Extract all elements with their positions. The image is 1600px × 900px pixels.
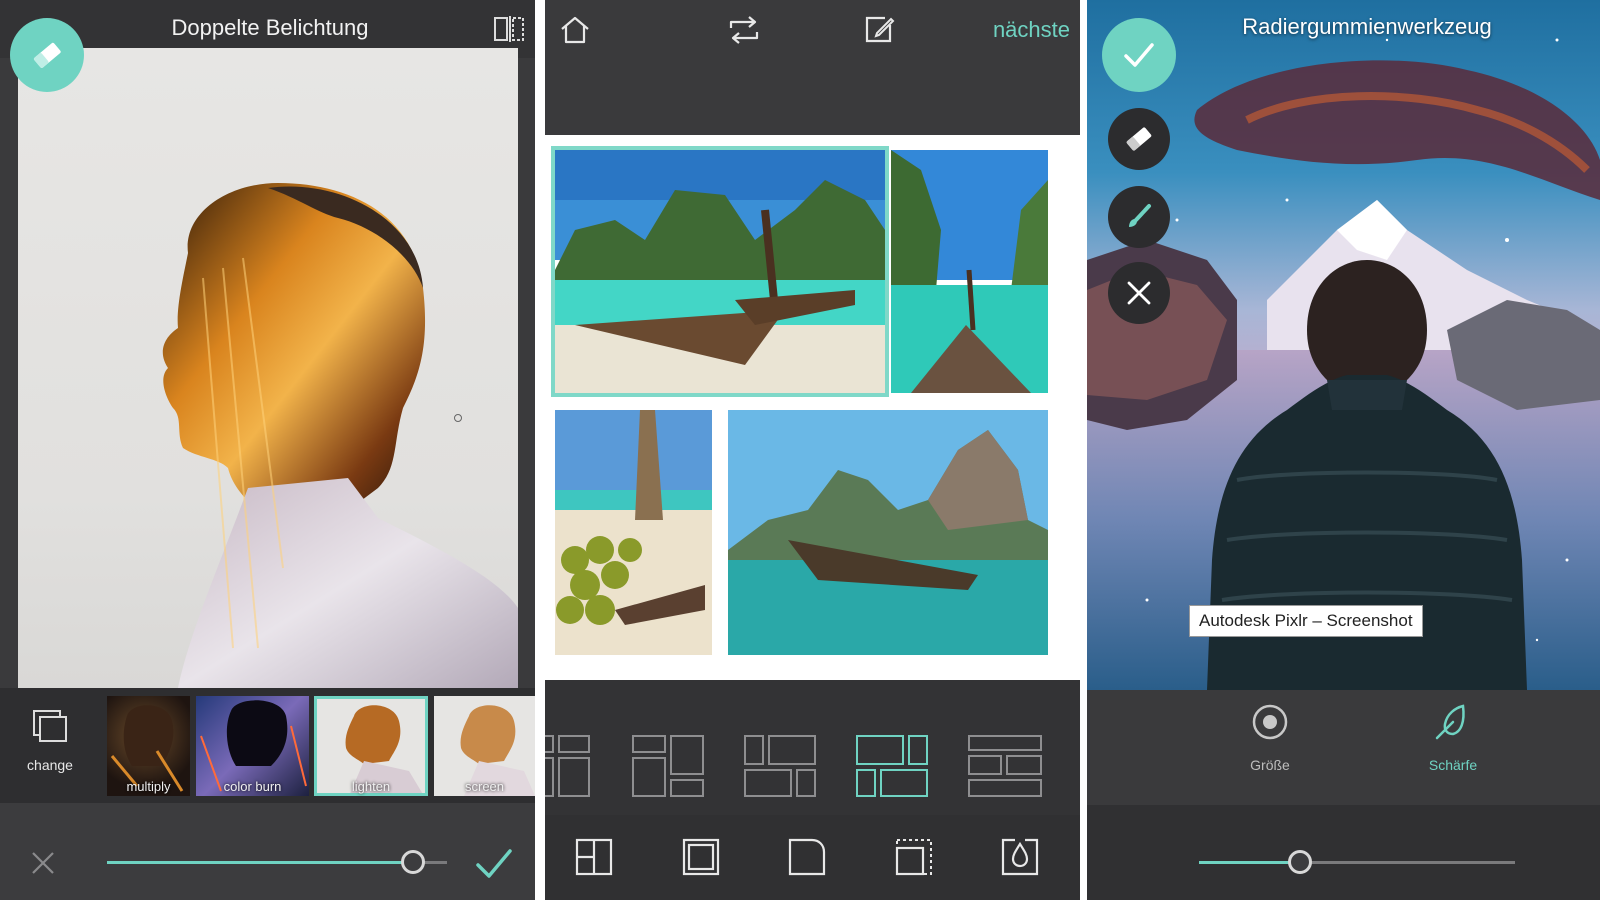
- collage-cell-bow[interactable]: [891, 150, 1048, 393]
- compare-icon[interactable]: [494, 16, 524, 42]
- collage-cell-boats[interactable]: [551, 146, 889, 397]
- next-button[interactable]: nächste: [970, 17, 1070, 43]
- change-label: change: [27, 757, 73, 773]
- sharpness-tool[interactable]: Schärfe: [1403, 690, 1503, 790]
- grid-icon: [575, 838, 613, 876]
- page-title: Radiergummienwerkzeug: [1242, 14, 1492, 39]
- eraser-icon: [1126, 127, 1152, 151]
- eraser-tool-bar: [1087, 690, 1600, 805]
- change-button[interactable]: change: [14, 705, 86, 785]
- blend-thumb-color-burn[interactable]: color burn: [196, 696, 309, 796]
- crop-frame-icon: [895, 839, 932, 876]
- brush-button[interactable]: [1108, 186, 1170, 248]
- layout-options: [545, 735, 1042, 797]
- blend-label: lighten: [351, 779, 391, 794]
- blend-thumb-screen[interactable]: screen: [434, 696, 535, 796]
- eraser-photo: [1087, 0, 1600, 690]
- silhouette-image: [162, 183, 518, 688]
- screenshot-credit: Autodesk Pixlr – Screenshot: [1189, 605, 1423, 637]
- feather-icon: [1435, 704, 1465, 740]
- confirm-button[interactable]: [474, 843, 514, 883]
- eraser-button[interactable]: [10, 18, 84, 92]
- size-label: Größe: [1250, 757, 1290, 773]
- slider-knob[interactable]: [1288, 850, 1312, 874]
- slider-knob[interactable]: [401, 850, 425, 874]
- swap-icon: [729, 16, 759, 44]
- galaxy-lake-image: [1087, 0, 1600, 690]
- page-title: Doppelte Belichtung: [171, 15, 369, 40]
- check-icon: [476, 849, 512, 878]
- eraser-panel: Radiergummienwerkzeug Autodesk Pixlr – S…: [1087, 0, 1600, 900]
- blend-thumb-multiply[interactable]: multiply: [107, 696, 190, 796]
- color-tool-button[interactable]: [1001, 836, 1039, 881]
- home-icon: [561, 16, 589, 44]
- layout-tool-button[interactable]: [575, 838, 613, 881]
- blend-thumb-lighten[interactable]: lighten: [314, 696, 428, 796]
- brush-icon: [1129, 204, 1151, 227]
- size-tool[interactable]: Größe: [1220, 690, 1320, 790]
- edit-icon: [865, 16, 895, 43]
- sharpness-label: Schärfe: [1428, 757, 1478, 773]
- collage-cell-karst[interactable]: [728, 410, 1048, 655]
- close-icon: [32, 852, 54, 874]
- layout-option-selected: [856, 735, 928, 797]
- close-icon: [1127, 281, 1151, 305]
- karst-boat-image: [728, 410, 1048, 655]
- confirm-button[interactable]: [1102, 18, 1176, 92]
- swap-button[interactable]: [727, 14, 761, 51]
- boat-bow-image: [891, 150, 1048, 393]
- eraser-icon: [34, 42, 61, 68]
- rounded-corner-icon: [788, 838, 826, 876]
- drop-icon: [1001, 838, 1039, 876]
- size-icon: [1252, 704, 1288, 740]
- blend-label: multiply: [126, 779, 171, 794]
- border-icon: [682, 838, 720, 876]
- brush-slider[interactable]: [1199, 848, 1515, 878]
- blend-label: screen: [464, 779, 505, 794]
- opacity-slider[interactable]: [107, 848, 447, 878]
- border-tool-button[interactable]: [682, 838, 720, 881]
- beach-boats-image: [555, 150, 885, 393]
- home-button[interactable]: [559, 14, 591, 51]
- cancel-button[interactable]: [1108, 262, 1170, 324]
- collage-panel: nächste: [545, 0, 1080, 900]
- double-exposure-photo: [18, 48, 518, 688]
- layers-icon: [33, 710, 67, 742]
- collage-cell-coconuts[interactable]: [555, 410, 712, 655]
- crop-tool-button[interactable]: [895, 838, 933, 881]
- blend-label: color burn: [223, 779, 282, 794]
- eraser-button[interactable]: [1108, 108, 1170, 170]
- edit-button[interactable]: [863, 13, 897, 50]
- close-button[interactable]: [28, 848, 58, 878]
- coconuts-image: [555, 410, 712, 655]
- collage-canvas: [545, 135, 1080, 680]
- corner-tool-button[interactable]: [788, 838, 826, 881]
- double-exposure-panel: Doppelte Belichtung change multiply colo…: [0, 0, 535, 900]
- check-icon: [1124, 43, 1154, 67]
